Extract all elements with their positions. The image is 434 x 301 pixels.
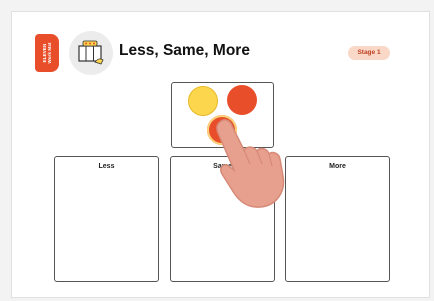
tab-label-line2: Work Mat xyxy=(47,42,52,64)
page-title: Less, Same, More xyxy=(119,42,250,59)
stage-badge: Stage 1 xyxy=(348,46,390,60)
counter-red[interactable] xyxy=(227,85,257,115)
counter-yellow[interactable] xyxy=(188,86,218,116)
mat-less-label: Less xyxy=(98,163,115,170)
mat-less[interactable]: Less xyxy=(54,156,159,282)
pointing-hand-icon xyxy=(210,118,292,215)
work-mat-logo-icon xyxy=(69,31,113,75)
mat-more-label: More xyxy=(329,163,346,170)
mat-more[interactable]: More xyxy=(285,156,390,282)
tab-label: ELEVEN Work Mat xyxy=(42,43,52,64)
work-mat-tab[interactable]: ELEVEN Work Mat xyxy=(35,34,59,72)
